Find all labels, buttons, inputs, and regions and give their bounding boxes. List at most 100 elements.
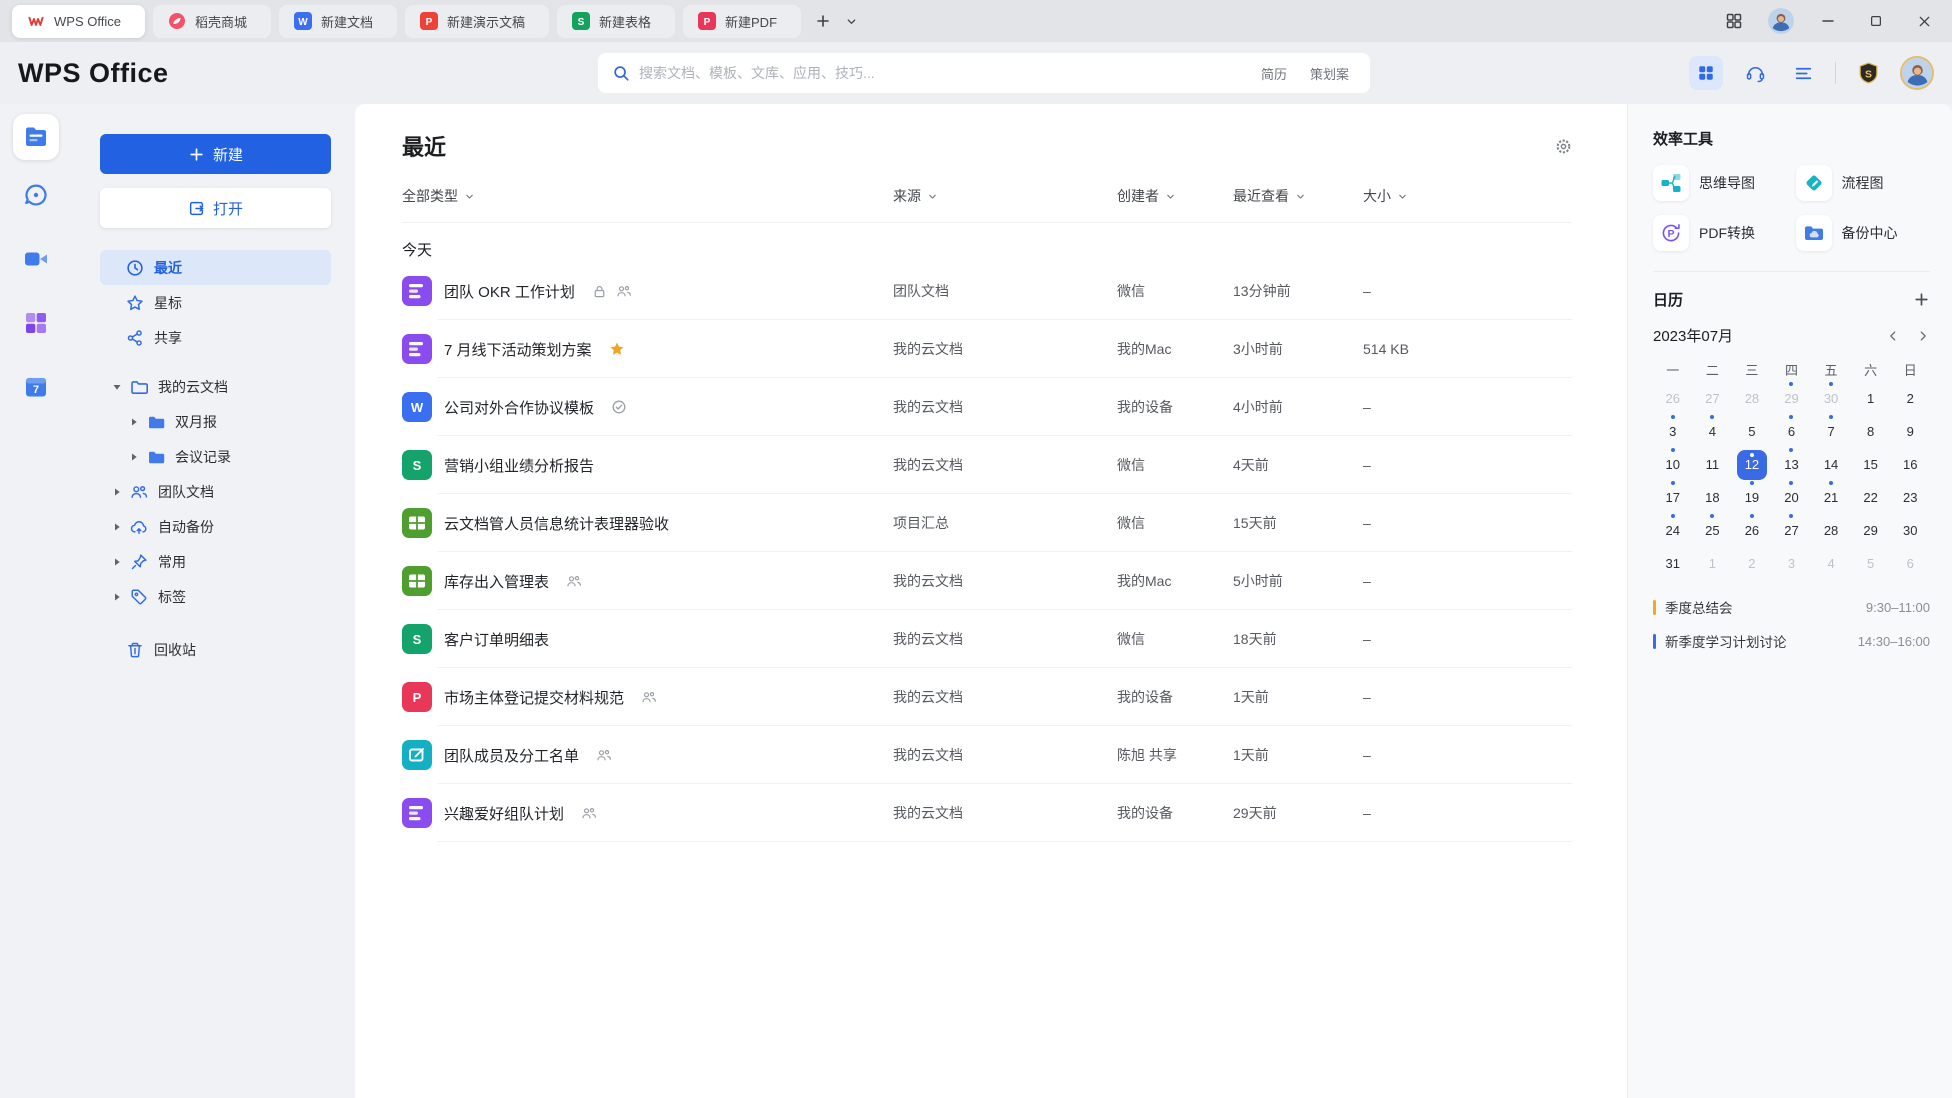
- calendar-day[interactable]: 3: [1653, 415, 1693, 448]
- sidebar-item-auto-backup[interactable]: 自动备份: [100, 509, 331, 544]
- search-tag-plan[interactable]: 策划案: [1303, 61, 1356, 86]
- calendar-day[interactable]: 26: [1732, 514, 1772, 547]
- filter-creator[interactable]: 创建者: [1117, 186, 1233, 206]
- global-menu-button[interactable]: [1787, 57, 1819, 89]
- calendar-day[interactable]: 2: [1732, 547, 1772, 580]
- search-input[interactable]: [639, 65, 1245, 81]
- sidebar-item-shared[interactable]: 共享: [100, 320, 331, 355]
- calendar-day[interactable]: 6: [1890, 547, 1930, 580]
- sidebar-item-frequent[interactable]: 常用: [100, 544, 331, 579]
- tab-docer-mall[interactable]: 稻壳商城: [152, 4, 271, 38]
- file-row[interactable]: W 公司对外合作协议模板 我的云文档 我的设备 4小时前 –: [402, 378, 1572, 436]
- file-row[interactable]: S 客户订单明细表 我的云文档 微信 18天前 –: [402, 610, 1572, 668]
- calendar-day[interactable]: 14: [1811, 448, 1851, 481]
- file-row[interactable]: 库存出入管理表 我的云文档 我的Mac 5小时前 –: [402, 552, 1572, 610]
- calendar-day[interactable]: 28: [1811, 514, 1851, 547]
- calendar-day[interactable]: 28: [1732, 382, 1772, 415]
- calendar-day[interactable]: 5: [1732, 415, 1772, 448]
- event-item[interactable]: 季度总结会 9:30–11:00: [1653, 590, 1930, 624]
- calendar-day[interactable]: 1: [1693, 547, 1733, 580]
- calendar-day[interactable]: 20: [1772, 481, 1812, 514]
- add-event-button[interactable]: [1913, 291, 1930, 308]
- filter-type[interactable]: 全部类型: [402, 186, 893, 206]
- calendar-day[interactable]: 9: [1890, 415, 1930, 448]
- calendar-day[interactable]: 30: [1890, 514, 1930, 547]
- sidebar-item-tags[interactable]: 标签: [100, 579, 331, 614]
- calendar-day[interactable]: 21: [1811, 481, 1851, 514]
- sidebar-item-recycle-bin[interactable]: 回收站: [100, 632, 331, 667]
- calendar-day[interactable]: 15: [1851, 448, 1891, 481]
- filter-viewed[interactable]: 最近查看: [1233, 186, 1363, 206]
- caret-right-icon[interactable]: [112, 487, 122, 497]
- boss-key-button[interactable]: [1720, 7, 1748, 35]
- calendar-day[interactable]: 25: [1693, 514, 1733, 547]
- sidebar-item-my-cloud-docs[interactable]: 我的云文档: [100, 369, 331, 404]
- sidebar-item-starred[interactable]: 星标: [100, 285, 331, 320]
- calendar-day[interactable]: 29: [1851, 514, 1891, 547]
- file-row[interactable]: S 营销小组业绩分析报告 我的云文档 微信 4天前 –: [402, 436, 1572, 494]
- tab-new-sheet[interactable]: S 新建表格: [557, 4, 676, 38]
- maximize-button[interactable]: [1862, 7, 1890, 35]
- calendar-day[interactable]: 22: [1851, 481, 1891, 514]
- calendar-day[interactable]: 3: [1772, 547, 1812, 580]
- sidebar-item-bimonthly-report[interactable]: 双月报: [100, 404, 331, 439]
- titlebar-avatar[interactable]: [1768, 8, 1794, 34]
- caret-down-icon[interactable]: [112, 382, 122, 392]
- calendar-day[interactable]: 29: [1772, 382, 1812, 415]
- file-row[interactable]: P 市场主体登记提交材料规范 我的云文档 我的设备 1天前 –: [402, 668, 1572, 726]
- sidebar-item-meeting-notes[interactable]: 会议记录: [100, 439, 331, 474]
- calendar-day[interactable]: 4: [1811, 547, 1851, 580]
- rail-item-docs[interactable]: [13, 114, 59, 160]
- new-document-button[interactable]: 新建: [100, 134, 331, 174]
- calendar-day[interactable]: 8: [1851, 415, 1891, 448]
- caret-right-icon[interactable]: [112, 557, 122, 567]
- tab-new-pdf[interactable]: P 新建PDF: [683, 4, 802, 38]
- file-row[interactable]: 团队成员及分工名单 我的云文档 陈旭 共享 1天前 –: [402, 726, 1572, 784]
- minimize-button[interactable]: [1814, 7, 1842, 35]
- calendar-day[interactable]: 30: [1811, 382, 1851, 415]
- customer-service-button[interactable]: [1739, 57, 1771, 89]
- calendar-day[interactable]: 5: [1851, 547, 1891, 580]
- caret-right-icon[interactable]: [129, 452, 139, 462]
- calendar-day[interactable]: 2: [1890, 382, 1930, 415]
- calendar-day[interactable]: 27: [1693, 382, 1733, 415]
- calendar-day[interactable]: 16: [1890, 448, 1930, 481]
- search-tag-resume[interactable]: 简历: [1254, 61, 1294, 86]
- close-button[interactable]: [1910, 7, 1938, 35]
- calendar-day[interactable]: 31: [1653, 547, 1693, 580]
- calendar-day[interactable]: 27: [1772, 514, 1812, 547]
- calendar-day[interactable]: 13: [1772, 448, 1812, 481]
- event-item[interactable]: 新季度学习计划讨论 14:30–16:00: [1653, 624, 1930, 658]
- calendar-day[interactable]: 17: [1653, 481, 1693, 514]
- prev-month-button[interactable]: [1886, 329, 1900, 343]
- open-file-button[interactable]: 打开: [100, 188, 331, 228]
- file-row[interactable]: 7 月线下活动策划方案 我的云文档 我的Mac 3小时前 514 KB: [402, 320, 1572, 378]
- tab-new-doc[interactable]: W 新建文档: [278, 4, 397, 38]
- caret-right-icon[interactable]: [112, 522, 122, 532]
- calendar-day[interactable]: 18: [1693, 481, 1733, 514]
- calendar-day[interactable]: 4: [1693, 415, 1733, 448]
- calendar-day[interactable]: 23: [1890, 481, 1930, 514]
- calendar-day-selected[interactable]: 12: [1732, 448, 1772, 481]
- tool-flowchart[interactable]: 流程图: [1795, 165, 1931, 201]
- list-settings-button[interactable]: [1555, 138, 1572, 155]
- filter-size[interactable]: 大小: [1363, 186, 1572, 206]
- tool-mindmap[interactable]: 思维导图: [1653, 165, 1788, 201]
- rail-item-calendar[interactable]: 7: [23, 374, 49, 400]
- file-row[interactable]: 兴趣爱好组队计划 我的云文档 我的设备 29天前 –: [402, 784, 1572, 842]
- calendar-day[interactable]: 6: [1772, 415, 1812, 448]
- caret-right-icon[interactable]: [129, 417, 139, 427]
- calendar-day[interactable]: 24: [1653, 514, 1693, 547]
- rail-item-apps[interactable]: [23, 310, 49, 336]
- tab-wps-office[interactable]: WPS Office: [12, 4, 145, 38]
- calendar-day[interactable]: 7: [1811, 415, 1851, 448]
- file-row[interactable]: 团队 OKR 工作计划 团队文档 微信 13分钟前 –: [402, 262, 1572, 320]
- rail-item-chat[interactable]: [23, 182, 49, 208]
- calendar-day[interactable]: 26: [1653, 382, 1693, 415]
- member-badge-button[interactable]: S: [1852, 57, 1884, 89]
- sidebar-item-recent[interactable]: 最近: [100, 250, 331, 285]
- tool-pdf-convert[interactable]: P PDF转换: [1653, 215, 1788, 251]
- tool-backup[interactable]: 备份中心: [1795, 215, 1931, 251]
- calendar-day[interactable]: 11: [1693, 448, 1733, 481]
- calendar-day[interactable]: 19: [1732, 481, 1772, 514]
